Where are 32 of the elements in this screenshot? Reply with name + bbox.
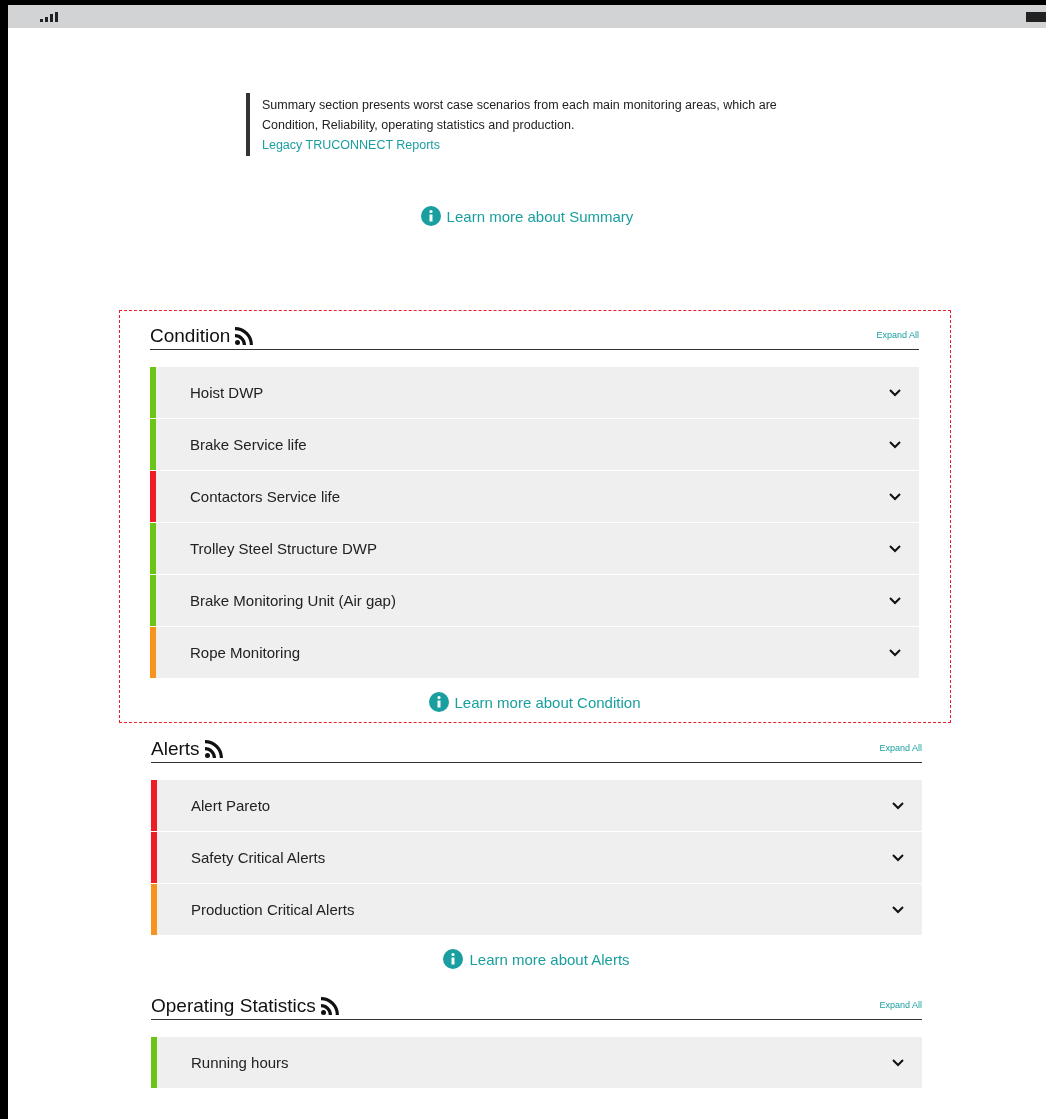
chevron-down-icon <box>892 853 904 862</box>
signal-icon <box>40 11 58 22</box>
info-icon <box>428 692 449 712</box>
battery-icon <box>1026 11 1046 22</box>
rss-icon <box>234 326 255 346</box>
chevron-down-icon <box>889 596 901 605</box>
accordion-row[interactable]: Rope Monitoring <box>150 627 919 678</box>
chevron-down-icon <box>889 388 901 397</box>
accordion-row[interactable]: Hoist DWP <box>150 367 919 418</box>
accordion-row[interactable]: Brake Monitoring Unit (Air gap) <box>150 575 919 626</box>
section-title: Alerts <box>151 738 224 760</box>
chevron-down-icon <box>892 1058 904 1067</box>
accordion-row[interactable]: Production Critical Alerts <box>151 884 922 935</box>
section-title: Condition <box>150 325 255 347</box>
rss-icon <box>203 739 224 759</box>
chevron-down-icon <box>889 544 901 553</box>
chevron-down-icon <box>889 440 901 449</box>
accordion-row[interactable]: Contactors Service life <box>150 471 919 522</box>
accordion-row[interactable]: Trolley Steel Structure DWP <box>150 523 919 574</box>
chevron-down-icon <box>892 801 904 810</box>
info-icon <box>443 949 464 969</box>
info-icon <box>420 206 441 226</box>
chevron-down-icon <box>889 648 901 657</box>
chevron-down-icon <box>889 492 901 501</box>
accordion-row[interactable]: Brake Service life <box>150 419 919 470</box>
rss-icon <box>319 996 340 1016</box>
accordion-row[interactable]: Safety Critical Alerts <box>151 832 922 883</box>
section-title: Operating Statistics <box>151 995 340 1017</box>
chevron-down-icon <box>892 905 904 914</box>
accordion-row[interactable]: Running hours <box>151 1037 922 1088</box>
intro-text: Summary section presents worst case scenarios from each main monitoring areas, which are Condition, Reliability, operating statistics and production. <box>262 97 778 134</box>
accordion-row[interactable]: Alert Pareto <box>151 780 922 831</box>
